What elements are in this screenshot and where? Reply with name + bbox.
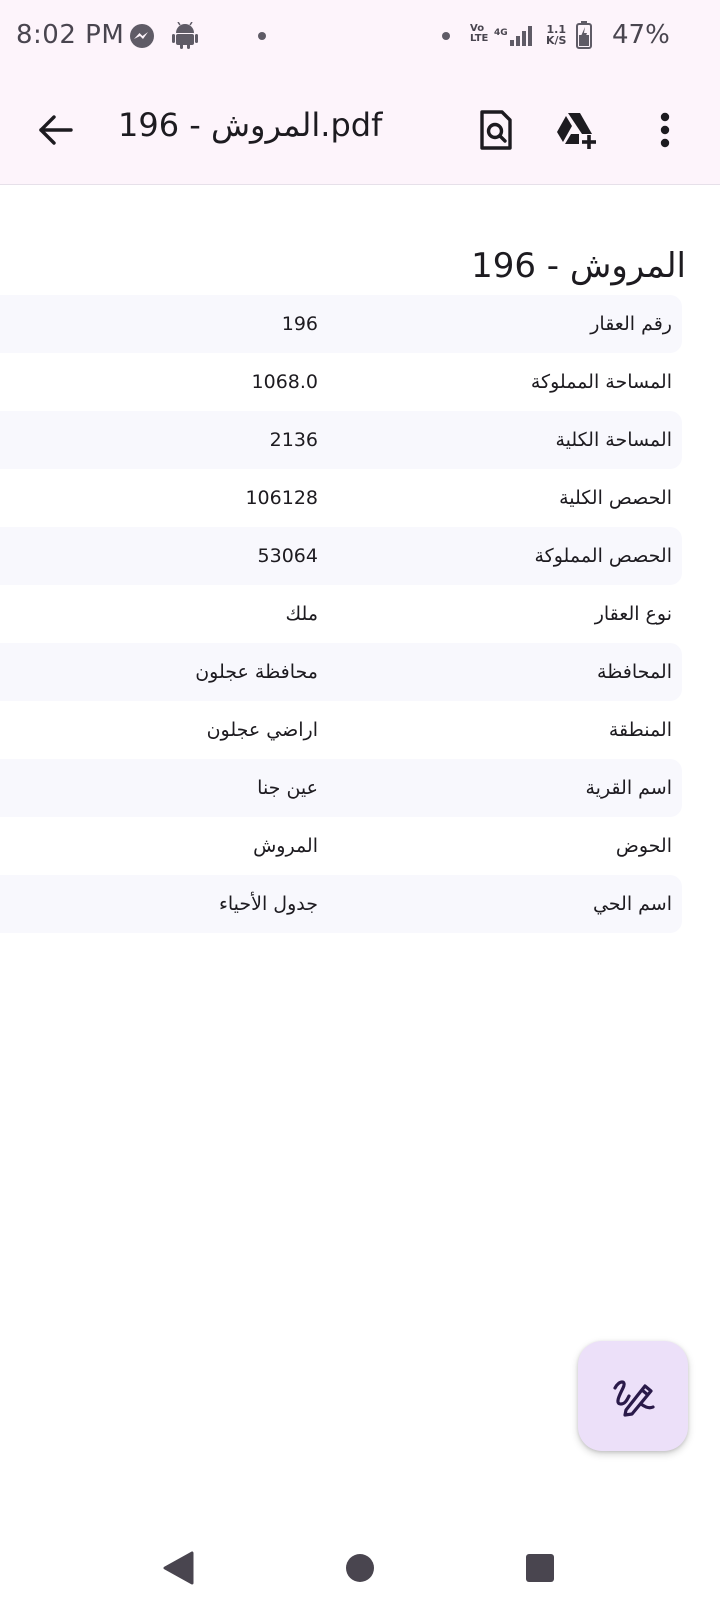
row-label: نوع العقار: [594, 603, 672, 625]
arrow-back-icon: [39, 115, 73, 145]
row-label: اسم القرية: [585, 777, 672, 799]
circle-home-icon: [346, 1554, 374, 1582]
row-label: الحصص المملوكة: [534, 545, 673, 567]
notification-dot-icon: [442, 32, 450, 40]
volte-label: Vo LTE: [470, 23, 489, 44]
status-bar: 8:02 PM Vo LTE 4G 1.1 K/S 47%: [0, 0, 720, 78]
row-value: المروش: [253, 835, 318, 857]
row-value: 106128: [245, 487, 318, 509]
table-row: الحصص الكلية 106128: [0, 469, 682, 527]
app-bar: المروش - 196.pdf: [0, 78, 720, 185]
more-options-button[interactable]: [650, 104, 680, 156]
row-label: الحصص الكلية: [559, 487, 672, 509]
row-value: جدول الأحياء: [218, 893, 318, 915]
document-title: المروش - 196: [471, 246, 686, 286]
row-label: المحافظة: [597, 661, 672, 683]
row-label: المساحة المملوكة: [530, 371, 672, 393]
square-recents-icon: [526, 1554, 554, 1582]
table-row: الحوض المروش: [0, 817, 682, 875]
status-time: 8:02 PM: [16, 20, 125, 50]
network-gen-label: 4G: [494, 28, 508, 38]
android-icon: [172, 22, 198, 49]
draw-fab-button[interactable]: [578, 1341, 688, 1451]
nav-recents-button[interactable]: [500, 1524, 580, 1612]
table-row: نوع العقار ملك: [0, 585, 682, 643]
document-search-icon: [480, 110, 512, 150]
speed-label: 1.1 K/S: [546, 23, 567, 47]
row-value: ملك: [285, 603, 318, 625]
table-row: اسم الحي جدول الأحياء: [0, 875, 682, 933]
table-row: رقم العقار 196: [0, 295, 682, 353]
drive-add-button[interactable]: [550, 104, 602, 156]
row-value: 2136: [269, 429, 318, 451]
row-value: محافظة عجلون: [195, 661, 318, 683]
row-value: 196: [281, 313, 318, 335]
more-vert-icon: [660, 112, 670, 148]
battery-percent: 47%: [612, 20, 670, 50]
back-button[interactable]: [36, 110, 76, 150]
row-label: المنطقة: [608, 719, 672, 741]
table-row: الحصص المملوكة 53064: [0, 527, 682, 585]
notification-dot-icon: [258, 32, 266, 40]
draw-icon: [613, 1380, 655, 1417]
signal-icon: [510, 26, 532, 46]
row-label: المساحة الكلية: [555, 429, 672, 451]
triangle-back-icon: [163, 1551, 194, 1585]
row-value: اراضي عجلون: [206, 719, 318, 741]
table-row: المحافظة محافظة عجلون: [0, 643, 682, 701]
row-value: 53064: [257, 545, 318, 567]
battery-charging-icon: [576, 21, 592, 49]
row-value: عين جنا: [257, 777, 318, 799]
system-nav-bar: [0, 1524, 720, 1612]
drive-add-icon: [557, 113, 596, 149]
table-row: المنطقة اراضي عجلون: [0, 701, 682, 759]
nav-back-button[interactable]: [138, 1524, 218, 1612]
table-row: اسم القرية عين جنا: [0, 759, 682, 817]
page-title: المروش - 196.pdf: [118, 106, 383, 144]
preview-button[interactable]: [470, 104, 522, 156]
row-label: اسم الحي: [592, 893, 672, 915]
row-label: رقم العقار: [590, 313, 672, 335]
row-value: 1068.0: [251, 371, 318, 393]
row-label: الحوض: [615, 835, 672, 857]
table-row: المساحة المملوكة 1068.0: [0, 353, 682, 411]
nav-home-button[interactable]: [320, 1524, 400, 1612]
messenger-icon: [130, 24, 154, 48]
table-row: المساحة الكلية 2136: [0, 411, 682, 469]
property-table: رقم العقار 196 المساحة المملوكة 1068.0 ا…: [0, 295, 682, 933]
